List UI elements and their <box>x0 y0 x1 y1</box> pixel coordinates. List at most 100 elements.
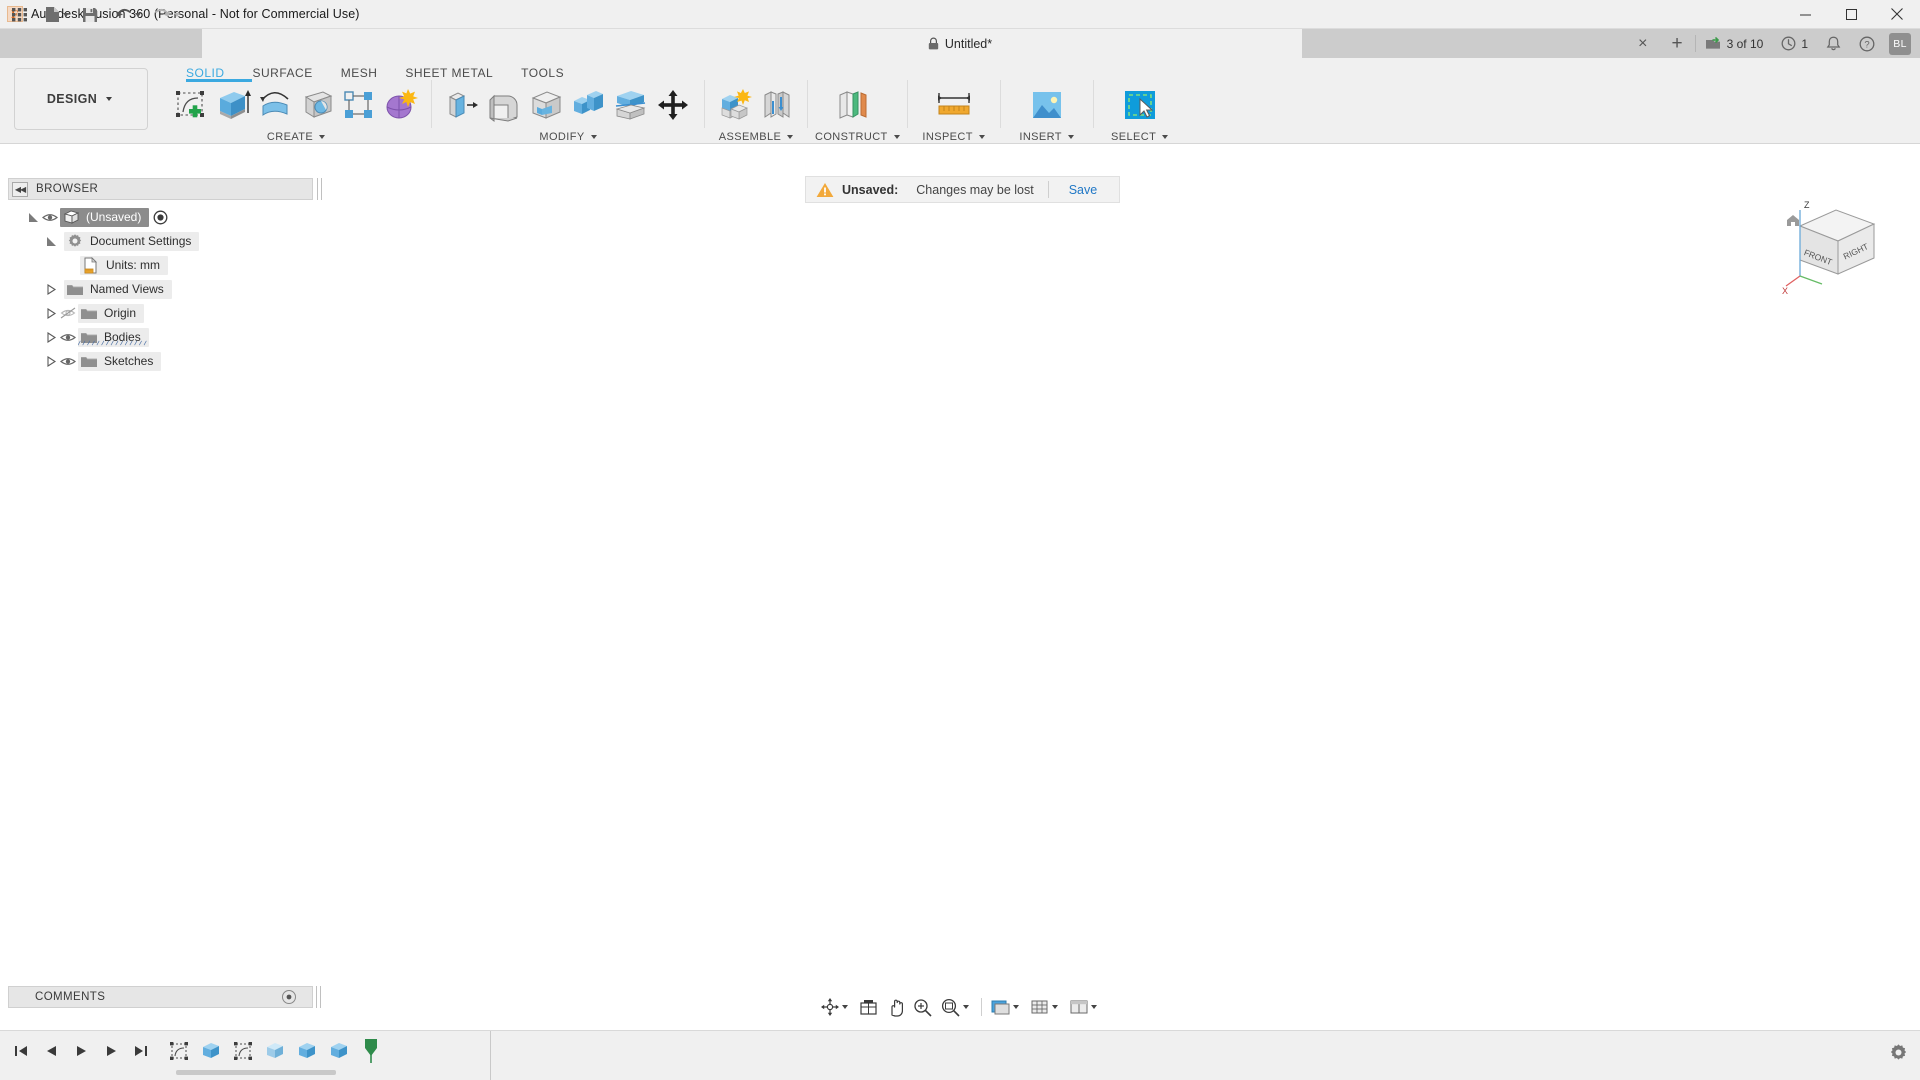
extrude-feature-2-icon[interactable] <box>260 1037 290 1065</box>
extrude-icon[interactable] <box>212 82 254 128</box>
chevron-down-icon[interactable] <box>1052 1005 1058 1009</box>
redo-icon[interactable] <box>149 0 188 29</box>
expand-arrow-icon[interactable] <box>26 210 40 224</box>
chevron-down-icon[interactable] <box>174 12 180 17</box>
sweep-icon[interactable] <box>296 82 338 128</box>
maximize-button[interactable] <box>1828 0 1874 29</box>
tree-row-units[interactable]: Units: mm <box>8 253 313 277</box>
chevron-down-icon[interactable] <box>1013 1005 1019 1009</box>
ribbon-group-label-modify[interactable]: MODIFY <box>439 130 697 144</box>
step-back-button[interactable] <box>36 1037 66 1065</box>
browser-resize-handle[interactable] <box>317 178 322 200</box>
new-tab-button[interactable]: + <box>1660 29 1695 58</box>
document-tab[interactable]: Untitled* <box>928 37 992 51</box>
job-status-button[interactable]: 3 of 10 <box>1696 29 1773 58</box>
shell-icon[interactable] <box>525 82 567 128</box>
tree-row-named-views[interactable]: Named Views <box>8 277 313 301</box>
new-component-icon[interactable] <box>714 82 756 128</box>
tree-row-document-settings[interactable]: Document Settings <box>8 229 313 253</box>
tab-mesh[interactable]: MESH <box>327 62 392 80</box>
zoom-button[interactable] <box>909 993 936 1021</box>
ribbon-group-label-assemble[interactable]: ASSEMBLE <box>712 130 800 144</box>
pattern-icon[interactable] <box>338 82 380 128</box>
history-button[interactable]: 1 <box>1772 29 1817 58</box>
body-feature-icon[interactable] <box>292 1037 322 1065</box>
joint-icon[interactable] <box>756 82 798 128</box>
ribbon-group-label-create[interactable]: CREATE <box>168 130 424 144</box>
tree-item-chip[interactable]: Units: mm <box>80 255 168 275</box>
move-copy-icon[interactable] <box>651 82 695 128</box>
tab-solid[interactable]: SOLID <box>172 62 239 80</box>
sketch-feature-2-icon[interactable] <box>228 1037 258 1065</box>
collapse-left-icon[interactable]: ◀◀ <box>12 181 28 197</box>
expand-icon[interactable] <box>282 990 296 1004</box>
display-settings-button[interactable] <box>987 993 1026 1021</box>
marker-icon[interactable] <box>356 1037 386 1065</box>
collapse-arrow-icon[interactable] <box>44 306 58 320</box>
tree-item-chip[interactable]: Document Settings <box>64 231 200 251</box>
close-document-button[interactable]: × <box>1626 29 1659 58</box>
grid-snap-button[interactable] <box>1026 993 1065 1021</box>
pan-button[interactable] <box>882 993 909 1021</box>
orbit-button[interactable] <box>816 993 855 1021</box>
revolve-icon[interactable] <box>254 82 296 128</box>
extrude-feature-icon[interactable] <box>196 1037 226 1065</box>
select-tool-icon[interactable] <box>1119 82 1161 128</box>
tree-row-sketches[interactable]: Sketches <box>8 349 313 373</box>
body-feature-2-icon[interactable] <box>324 1037 354 1065</box>
tree-item-chip[interactable]: Sketches <box>78 351 162 371</box>
chevron-down-icon[interactable] <box>963 1005 969 1009</box>
view-cube[interactable]: FRONT RIGHT Z X <box>1778 190 1898 300</box>
chevron-down-icon[interactable] <box>842 1005 848 1009</box>
tab-sheet-metal[interactable]: SHEET METAL <box>391 62 507 80</box>
viewports-button[interactable] <box>1065 993 1104 1021</box>
split-body-icon[interactable] <box>609 82 651 128</box>
help-button[interactable]: ? <box>1850 29 1884 58</box>
tree-item-chip[interactable]: Bodies <box>78 327 149 347</box>
new-document-icon[interactable] <box>40 0 77 29</box>
combine-icon[interactable] <box>567 82 609 128</box>
go-to-end-button[interactable] <box>126 1037 156 1065</box>
activate-component-radio[interactable] <box>151 208 169 226</box>
timeline-scrollbar[interactable] <box>176 1070 336 1075</box>
chevron-down-icon[interactable] <box>1091 1005 1097 1009</box>
close-button[interactable] <box>1874 0 1920 29</box>
comments-resize-handle[interactable] <box>316 986 321 1008</box>
collapse-arrow-icon[interactable] <box>44 282 58 296</box>
ribbon-group-label-select[interactable]: SELECT <box>1101 130 1179 144</box>
collapse-arrow-icon[interactable] <box>44 330 58 344</box>
save-link[interactable]: Save <box>1069 183 1098 197</box>
save-icon[interactable] <box>77 0 103 29</box>
visibility-eye-icon[interactable] <box>40 209 60 225</box>
press-pull-icon[interactable] <box>441 82 483 128</box>
visibility-eye-icon[interactable] <box>58 329 78 345</box>
create-sketch-icon[interactable] <box>170 82 212 128</box>
fit-button[interactable] <box>936 993 976 1021</box>
tab-surface[interactable]: SURFACE <box>239 62 327 80</box>
tree-row-unsaved[interactable]: (Unsaved) <box>8 205 313 229</box>
ribbon-group-label-construct[interactable]: CONSTRUCT <box>815 130 900 144</box>
visibility-eye-hidden-icon[interactable] <box>58 305 78 321</box>
tree-item-chip[interactable]: (Unsaved) <box>60 207 150 227</box>
ribbon-group-label-insert[interactable]: INSERT <box>1008 130 1086 144</box>
collapse-arrow-icon[interactable] <box>44 354 58 368</box>
chevron-down-icon[interactable] <box>63 12 69 17</box>
play-button[interactable] <box>66 1037 96 1065</box>
form-icon[interactable] <box>380 82 422 128</box>
measure-icon[interactable] <box>933 82 975 128</box>
tree-item-chip[interactable]: Origin <box>78 303 145 323</box>
go-to-beginning-button[interactable] <box>6 1037 36 1065</box>
app-grid-icon[interactable] <box>6 0 33 29</box>
comments-panel-header[interactable]: COMMENTS <box>8 986 321 1008</box>
expand-arrow-icon[interactable] <box>44 234 58 248</box>
tree-row-origin[interactable]: Origin <box>8 301 313 325</box>
workspace-selector[interactable]: DESIGN <box>14 68 148 130</box>
tree-item-chip[interactable]: Named Views <box>64 279 172 299</box>
chevron-down-icon[interactable] <box>135 12 141 17</box>
tree-row-bodies[interactable]: Bodies <box>8 325 313 349</box>
notifications-button[interactable] <box>1817 29 1850 58</box>
visibility-eye-icon[interactable] <box>58 353 78 369</box>
step-forward-button[interactable] <box>96 1037 126 1065</box>
offset-plane-icon[interactable] <box>831 82 873 128</box>
fillet-icon[interactable] <box>483 82 525 128</box>
